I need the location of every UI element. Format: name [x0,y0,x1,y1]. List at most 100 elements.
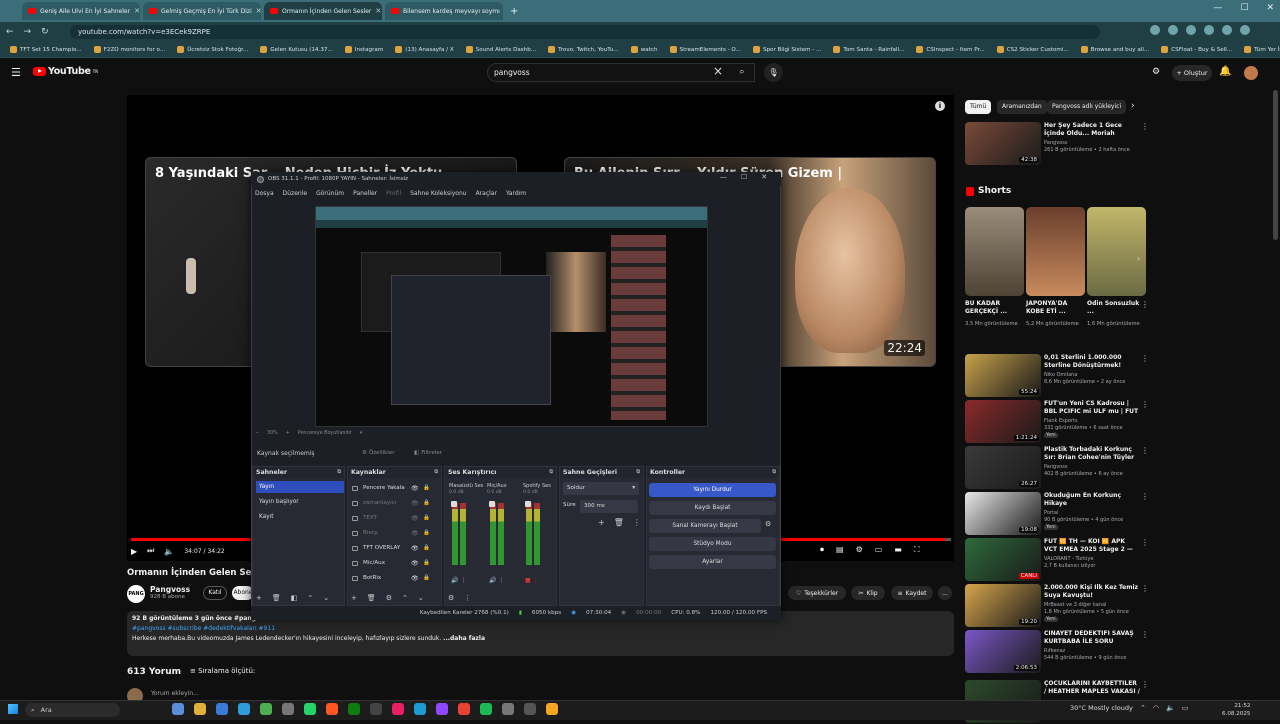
visibility-eye-icon[interactable]: 👁 [411,512,419,525]
lock-icon[interactable]: 🔒 [423,482,430,495]
visibility-eye-icon[interactable]: 👁 [411,527,419,540]
source-item[interactable]: zamanlayıcı 👁 🔒 [351,497,437,510]
lock-icon[interactable]: 🔒 [423,542,430,555]
extension-icon[interactable] [1222,25,1232,35]
visibility-eye-icon[interactable]: 👁 [411,572,419,585]
duration-input[interactable]: 300 ms [580,500,638,513]
short-thumbnail[interactable] [965,207,1024,296]
zoom-out-icon[interactable]: − [255,431,259,436]
related-channel[interactable]: Niko Omilana [1044,372,1077,378]
extension-icon[interactable] [1168,25,1178,35]
arrow-up-icon[interactable]: ⌃ [307,594,313,602]
taskbar-app-icon[interactable] [172,703,184,715]
extension-icon[interactable] [1186,25,1196,35]
extension-icon[interactable] [1204,25,1214,35]
source-item[interactable]: TFT OVERLAY 👁 🔒 [351,542,437,555]
related-video[interactable]: 19:08 Okuduğum En Korkunç Hikaye Portal 90 … [965,492,1275,536]
related-title[interactable]: Her Şey Sadece 1 Gece İçinde Oldu... Mor… [1044,122,1140,138]
bookmark-item[interactable]: Trovo, Twitch, YouTu... [548,46,619,53]
obs-menu-item[interactable]: Araçlar [476,190,497,197]
volume-fader[interactable] [489,501,495,507]
browser-tab-1[interactable]: Geniş Aile Ulvi En İyi Sahneler ✕ [22,2,140,20]
channel-name[interactable]: Pangvoss [150,585,190,594]
volume-fader[interactable] [451,501,457,507]
dock-float-icon[interactable]: ⧉ [636,467,640,478]
taskbar-app-icon[interactable] [502,703,514,715]
related-title[interactable]: 2.000.000 Kişi İlk Kez Temiz Suya Kavuşt… [1044,584,1140,600]
bookmark-item[interactable]: Tom Santa - Rainfall... [833,46,904,53]
zoom-in-icon[interactable]: + [286,431,290,436]
related-title[interactable]: FUT'un Yeni CS Kadrosu | BBL PCIFIC mi U… [1044,400,1140,416]
join-button[interactable]: Katıl [203,586,227,600]
more-options-icon[interactable]: ⋮ [1141,538,1149,547]
taskbar-app-icon[interactable] [436,703,448,715]
more-actions-button[interactable]: … [938,586,952,600]
visibility-eye-icon[interactable]: 👁 [411,497,419,510]
volume-icon[interactable]: 🔈 [164,547,174,556]
related-video[interactable]: 55:24 0,01 Sterlini 1.000.000 Sterline Dö… [965,354,1275,398]
taskbar-search[interactable]: ⌕ Ara [25,703,120,717]
minimize-icon[interactable]: — [1213,3,1222,13]
info-icon[interactable]: i [935,101,945,111]
bookmark-item[interactable]: Ücretsiz Stok Fotoğr... [177,46,248,53]
related-video[interactable]: 26:27 Plastik Torbadaki Korkunç Sır: Bria… [965,446,1275,490]
short-title[interactable]: BU KADAR GERÇEKÇİ ... [965,300,1021,316]
source-item[interactable]: TEXT 👁 🔒 [351,512,437,525]
address-bar[interactable]: youtube.com/watch?v=e3ECek9ZRPE [70,25,1100,39]
page-scrollbar[interactable] [1273,90,1278,240]
visibility-eye-icon[interactable]: 👁 [411,557,419,570]
start-icon[interactable] [8,704,18,714]
taskbar-app-icon[interactable] [392,703,404,715]
short-title[interactable]: JAPONYA'DA KOBE ETİ ... [1026,300,1082,316]
shorts-next-icon[interactable]: › [1137,254,1140,263]
subtitles-icon[interactable]: ▤ [836,545,844,555]
related-channel[interactable]: Pangvoss [1044,140,1067,146]
taskbar-app-icon[interactable] [194,703,206,715]
channel-avatar[interactable]: PANG [127,585,145,603]
taskbar-app-icon[interactable] [304,703,316,715]
close-window-icon[interactable]: ✕ [761,173,767,181]
trash-icon[interactable]: 🗑 [367,594,376,602]
related-video[interactable]: 2:06:53 CİNAYET DEDEKTİFİ SAVAŞ KURTBABA … [965,630,1275,674]
taskbar-app-icon[interactable] [238,703,250,715]
new-tab-icon[interactable]: + [510,6,518,17]
sort-comments-button[interactable]: ≡ Sıralama ölçütü: [190,667,255,675]
chevron-up-icon[interactable]: ⌃ [1140,704,1146,712]
reload-icon[interactable]: ↻ [41,27,49,37]
short-thumbnail[interactable] [1026,207,1085,296]
related-thumbnail[interactable]: 19:08 [965,492,1041,535]
start-virtual-camera-button[interactable]: Sanal Kamerayı Başlat [649,519,761,533]
related-title[interactable]: ÇOCUKLARINI KAYBETTİLER / HEATHER MAPLES… [1044,680,1140,696]
bookmark-item[interactable]: CSFloat - Buy & Sell... [1161,46,1232,53]
autoplay-toggle-icon[interactable]: ⏺ [820,545,824,555]
trash-icon[interactable]: 🗑 [272,594,281,602]
bookmark-item[interactable]: Spor Bilgi Sistem - ... [752,46,821,53]
profile-icon[interactable] [1240,25,1250,35]
scene-item[interactable]: Yayın [256,481,344,493]
source-item[interactable]: BotRix 👁 🔒 [351,572,437,585]
obs-preview[interactable] [315,206,708,427]
related-channel[interactable]: Rıfkenaz [1044,648,1065,654]
dock-float-icon[interactable]: ⧉ [549,467,553,478]
forward-icon[interactable]: → [24,27,32,37]
taskbar-app-icon[interactable] [326,703,338,715]
obs-menu-item[interactable]: Sahne Koleksiyonu [410,190,466,197]
lock-icon[interactable]: 🔒 [423,497,430,510]
obs-menu-item[interactable]: Yardım [506,190,526,197]
bookmark-item[interactable]: Sound Alerts Dashb... [465,46,536,53]
related-title[interactable]: Okuduğum En Korkunç Hikaye [1044,492,1140,508]
minimize-icon[interactable]: — [720,173,727,181]
close-tab-icon[interactable]: ✕ [375,7,381,15]
related-title[interactable]: CİNAYET DEDEKTİFİ SAVAŞ KURTBABA İLE SOR… [1044,630,1140,646]
related-thumbnail[interactable]: 42:38 [965,122,1041,165]
more-icon[interactable]: ⋮ [464,594,471,602]
save-button[interactable]: ≡ Kaydet [891,586,933,600]
lock-icon[interactable]: 🔒 [423,527,430,540]
extension-icon[interactable] [1150,25,1160,35]
source-item[interactable]: Pencere Yakala 👁 🔒 [351,482,437,495]
properties-button[interactable]: ⚙ Özellikler [362,446,402,459]
gear-icon[interactable]: ⚙ [386,594,392,602]
taskbar-app-icon[interactable] [480,703,492,715]
related-channel[interactable]: Pangvoss [1044,464,1067,470]
account-avatar[interactable] [1244,66,1258,80]
